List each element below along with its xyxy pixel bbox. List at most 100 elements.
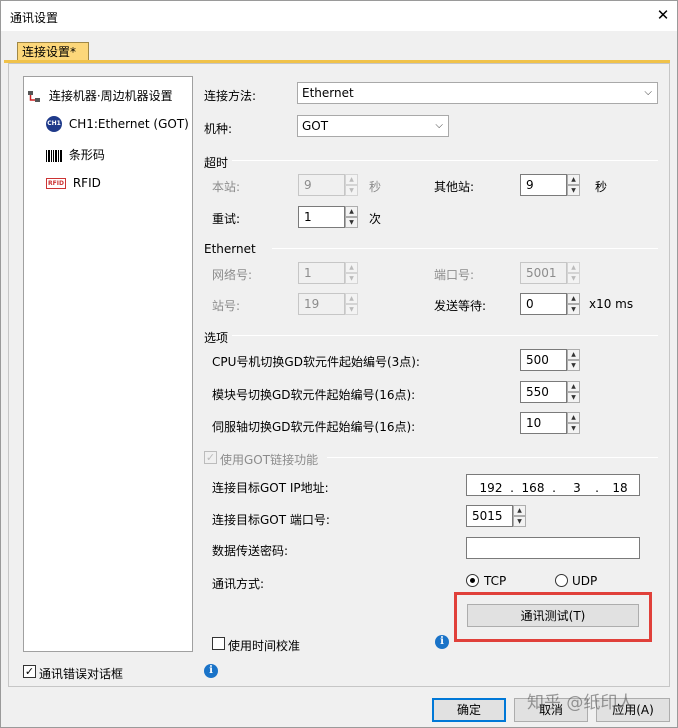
other-station-unit: 秒 xyxy=(595,180,608,194)
tree-item-ch1[interactable]: CH1 CH1:Ethernet (GOT) xyxy=(46,116,189,132)
up-icon[interactable]: ▲ xyxy=(567,412,580,423)
model-label: 机种: xyxy=(204,122,233,136)
send-wait-label: 发送等待: xyxy=(434,299,487,313)
up-icon[interactable]: ▲ xyxy=(567,174,580,185)
comm-mode-label: 通讯方式: xyxy=(212,577,265,591)
retry-unit: 次 xyxy=(369,212,382,226)
info-icon[interactable]: i xyxy=(204,664,218,678)
up-icon[interactable]: ▲ xyxy=(345,293,358,304)
ip-octet: 18 xyxy=(612,481,628,495)
password-label: 数据传送密码: xyxy=(212,544,289,558)
tree-item-label: 条形码 xyxy=(68,148,105,162)
model-select[interactable]: GOT ⌵ xyxy=(297,115,449,137)
options-group-title: 选项 xyxy=(204,331,229,345)
local-station-unit: 秒 xyxy=(369,180,382,194)
down-icon[interactable]: ▼ xyxy=(345,217,358,228)
up-icon[interactable]: ▲ xyxy=(567,349,580,360)
down-icon[interactable]: ▼ xyxy=(567,185,580,196)
tree-item-rfid[interactable]: RFID RFID xyxy=(46,176,101,190)
tcp-radio[interactable] xyxy=(466,574,479,587)
down-icon[interactable]: ▼ xyxy=(567,304,580,315)
ip-octet: 3 xyxy=(573,481,581,495)
ch1-icon: CH1 xyxy=(46,116,62,132)
got-link-checkbox[interactable]: ✓ xyxy=(204,451,217,464)
tab-connection-settings[interactable]: 连接设置* xyxy=(17,42,89,61)
module-switch-label: 模块号切换GD软元件起始编号(16点): xyxy=(212,388,416,402)
password-input[interactable] xyxy=(466,537,640,559)
send-wait-input[interactable]: 0 xyxy=(520,293,567,315)
up-icon[interactable]: ▲ xyxy=(345,174,358,185)
station-no-input[interactable]: 19 xyxy=(298,293,345,315)
down-icon[interactable]: ▼ xyxy=(567,273,580,284)
down-icon[interactable]: ▼ xyxy=(345,304,358,315)
error-dialog-checkbox[interactable]: ✓ xyxy=(23,665,36,678)
highlight-box xyxy=(454,592,652,642)
device-tree[interactable]: 连接机器·周边机器设置 CH1 CH1:Ethernet (GOT) 条形码 R… xyxy=(23,76,193,652)
time-sync-checkbox[interactable] xyxy=(212,637,225,650)
local-station-spinner[interactable]: ▲ ▼ xyxy=(345,174,358,196)
local-station-label: 本站: xyxy=(212,180,241,194)
tree-item-label: CH1:Ethernet (GOT) xyxy=(68,116,189,131)
up-icon[interactable]: ▲ xyxy=(345,262,358,273)
port-no-input[interactable]: 5001 xyxy=(520,262,567,284)
retry-spinner[interactable]: ▲ ▼ xyxy=(345,206,358,228)
network-no-spinner[interactable]: ▲ ▼ xyxy=(345,262,358,284)
tree-item-barcode[interactable]: 条形码 xyxy=(46,146,105,163)
up-icon[interactable]: ▲ xyxy=(567,381,580,392)
tree-root[interactable]: 连接机器·周边机器设置 xyxy=(27,87,173,104)
udp-radio[interactable] xyxy=(555,574,568,587)
up-icon[interactable]: ▲ xyxy=(567,262,580,273)
servo-switch-spinner[interactable]: ▲ ▼ xyxy=(567,412,580,434)
up-icon[interactable]: ▲ xyxy=(345,206,358,217)
local-station-input[interactable]: 9 xyxy=(298,174,345,196)
got-port-input[interactable]: 5015 xyxy=(466,505,513,527)
down-icon[interactable]: ▼ xyxy=(513,516,526,527)
cpu-switch-spinner[interactable]: ▲ ▼ xyxy=(567,349,580,371)
module-switch-spinner[interactable]: ▲ ▼ xyxy=(567,381,580,403)
port-no-spinner[interactable]: ▲ ▼ xyxy=(567,262,580,284)
chevron-down-icon: ⌵ xyxy=(644,87,652,98)
divider xyxy=(272,248,658,249)
ip-octet: 168 xyxy=(521,481,545,495)
network-icon xyxy=(27,90,41,104)
down-icon[interactable]: ▼ xyxy=(345,273,358,284)
timeout-group-title: 超时 xyxy=(204,156,229,170)
method-select[interactable]: Ethernet ⌵ xyxy=(297,82,658,104)
up-icon[interactable]: ▲ xyxy=(513,505,526,516)
other-station-input[interactable]: 9 xyxy=(520,174,567,196)
send-wait-spinner[interactable]: ▲ ▼ xyxy=(567,293,580,315)
up-icon[interactable]: ▲ xyxy=(567,293,580,304)
got-ip-label: 连接目标GOT IP地址: xyxy=(212,481,329,495)
cpu-switch-label: CPU号机切换GD软元件起始编号(3点): xyxy=(212,355,420,369)
station-no-spinner[interactable]: ▲ ▼ xyxy=(345,293,358,315)
cpu-switch-input[interactable]: 500 xyxy=(520,349,567,371)
down-icon[interactable]: ▼ xyxy=(345,185,358,196)
info-icon[interactable]: i xyxy=(435,635,449,649)
down-icon[interactable]: ▼ xyxy=(567,360,580,371)
servo-switch-label: 伺服轴切换GD软元件起始编号(16点): xyxy=(212,420,416,434)
error-dialog-label: 通讯错误对话框 xyxy=(39,667,124,681)
tree-root-label: 连接机器·周边机器设置 xyxy=(48,89,173,103)
send-wait-unit: x10 ms xyxy=(589,297,634,311)
module-switch-input[interactable]: 550 xyxy=(520,381,567,403)
station-no-label: 站号: xyxy=(212,299,241,313)
tree-item-label: RFID xyxy=(72,176,101,190)
method-value: Ethernet xyxy=(302,86,354,100)
down-icon[interactable]: ▼ xyxy=(567,423,580,434)
ip-dot: . xyxy=(595,481,599,495)
servo-switch-input[interactable]: 10 xyxy=(520,412,567,434)
retry-input[interactable]: 1 xyxy=(298,206,345,228)
close-icon[interactable]: ✕ xyxy=(653,5,673,25)
divider xyxy=(232,335,658,336)
model-value: GOT xyxy=(302,119,329,133)
got-ip-input[interactable]: 192 . 168 . 3 . 18 xyxy=(466,474,640,496)
chevron-down-icon: ⌵ xyxy=(435,120,443,131)
other-station-spinner[interactable]: ▲ ▼ xyxy=(567,174,580,196)
ethernet-group-title: Ethernet xyxy=(204,242,256,256)
got-port-spinner[interactable]: ▲ ▼ xyxy=(513,505,526,527)
ip-dot: . xyxy=(552,481,556,495)
ip-dot: . xyxy=(510,481,514,495)
ok-button[interactable]: 确定 xyxy=(432,698,506,722)
network-no-input[interactable]: 1 xyxy=(298,262,345,284)
down-icon[interactable]: ▼ xyxy=(567,392,580,403)
